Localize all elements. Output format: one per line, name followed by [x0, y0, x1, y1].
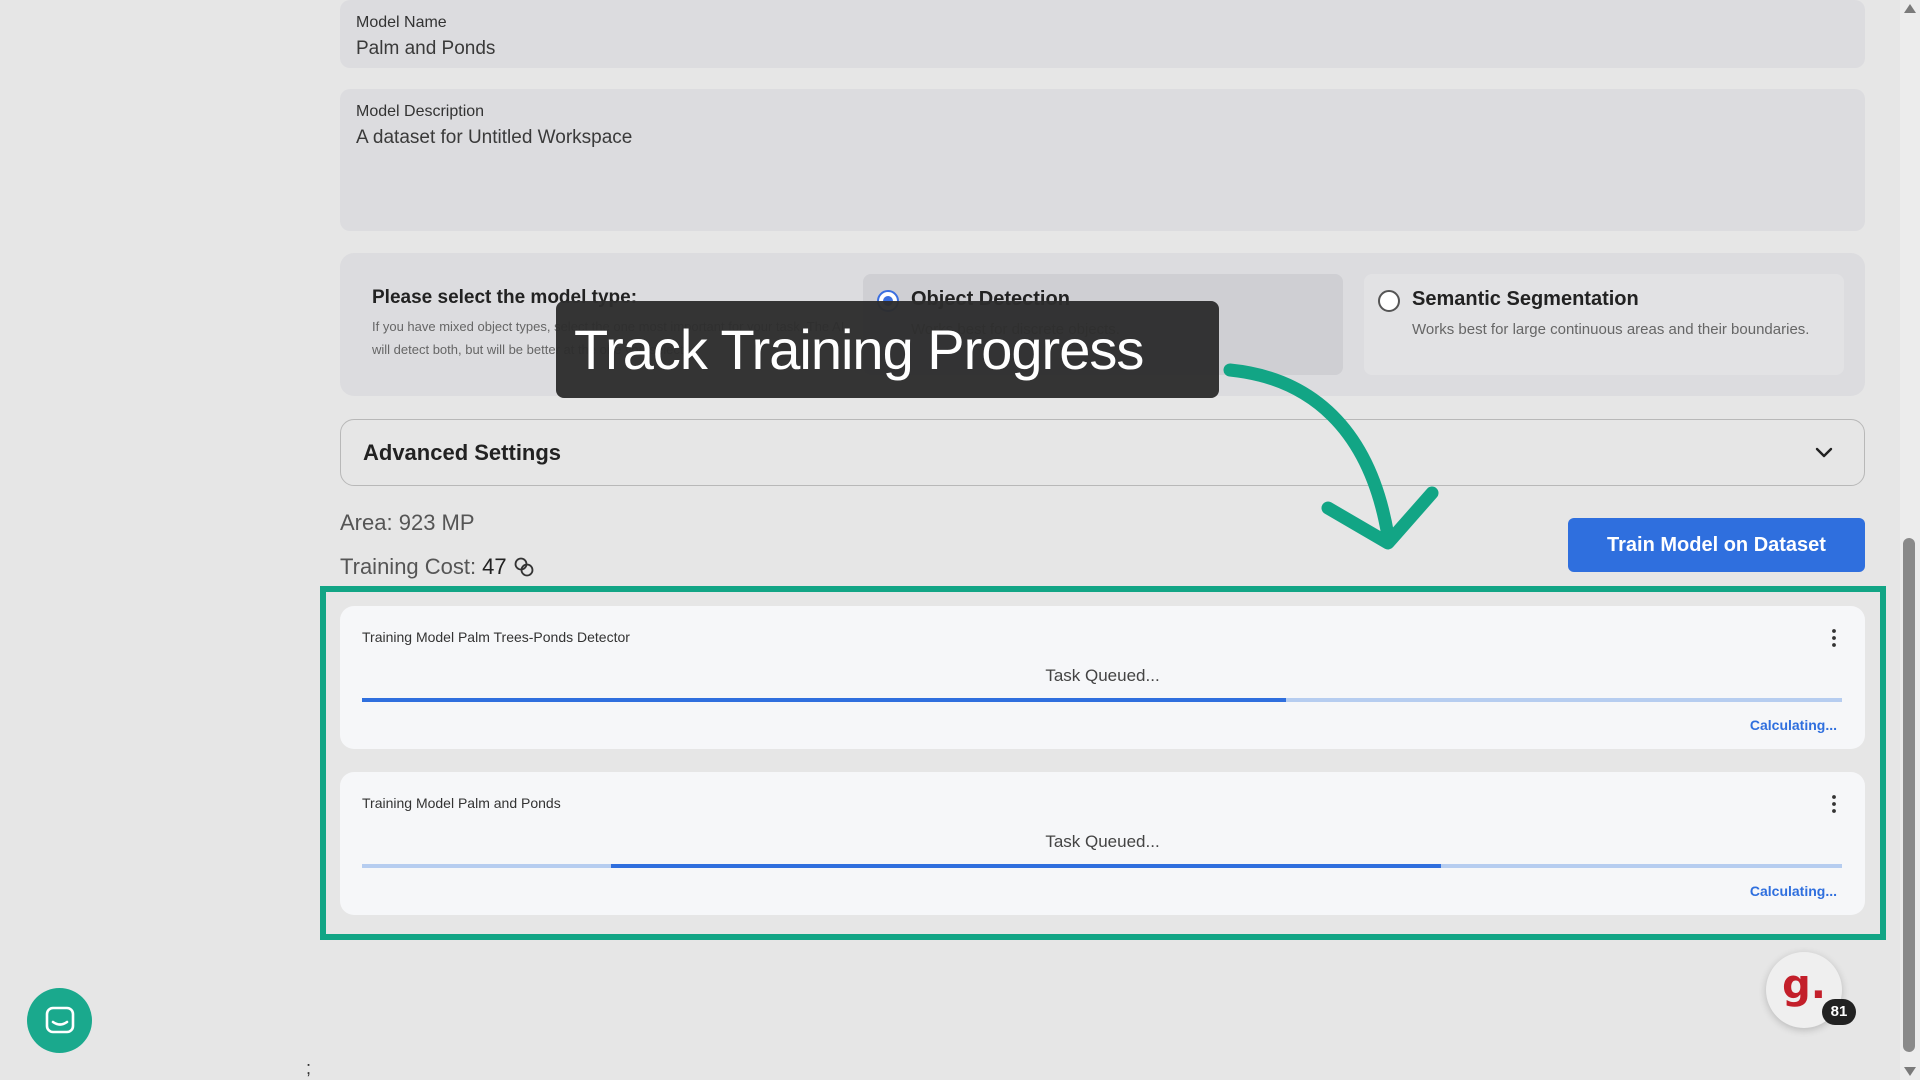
coin-icon [514, 557, 534, 577]
chat-icon [45, 1006, 75, 1034]
task-status: Task Queued... [1045, 666, 1160, 685]
area-label: Area: [340, 510, 393, 535]
curved-arrow-icon [1223, 363, 1439, 550]
scroll-down-icon[interactable] [1904, 1067, 1916, 1076]
model-description-field[interactable]: Model Description A dataset for Untitled… [340, 89, 1865, 231]
task-status: Task Queued... [1045, 832, 1160, 851]
training-task-card: Training Model Palm and Ponds Task Queue… [340, 772, 1865, 915]
progress-track [362, 864, 1842, 868]
area-value: 923 MP [398, 510, 475, 535]
callout-text: Track Training Progress [574, 318, 1144, 381]
stray-text: ; [306, 1058, 312, 1078]
advanced-settings-label: Advanced Settings [363, 440, 562, 465]
more-vertical-icon[interactable] [1831, 794, 1837, 814]
model-description-value[interactable]: A dataset for Untitled Workspace [356, 127, 1849, 149]
model-name-label: Model Name [356, 14, 447, 31]
model-name-value[interactable]: Palm and Ponds [356, 38, 1849, 60]
progress-fill [362, 698, 1286, 702]
task-eta: Calculating... [1749, 717, 1837, 733]
tutorial-callout: Track Training Progress [556, 301, 1219, 398]
chevron-down-icon[interactable] [1812, 440, 1836, 464]
training-cost-stat: Training Cost: 47 [340, 554, 535, 580]
task-title: Training Model Palm and Ponds [362, 795, 561, 811]
cost-label: Training Cost: [340, 554, 477, 579]
page-scrollbar[interactable] [1900, 0, 1920, 1080]
progress-track [362, 698, 1842, 702]
notification-count: 81 [1822, 999, 1856, 1025]
advanced-settings-accordion[interactable]: Advanced Settings [340, 419, 1865, 486]
scroll-thumb[interactable] [1903, 538, 1915, 1052]
training-task-card: Training Model Palm Trees-Ponds Detector… [340, 606, 1865, 749]
chat-launcher-button[interactable] [27, 988, 92, 1053]
radio-unselected-icon[interactable] [1378, 290, 1400, 312]
task-eta: Calculating... [1749, 883, 1837, 899]
progress-fill [610, 864, 1441, 868]
area-stat: Area: 923 MP [340, 510, 475, 536]
more-vertical-icon[interactable] [1831, 628, 1837, 648]
cost-value: 47 [482, 554, 507, 579]
scroll-up-icon[interactable] [1904, 4, 1916, 13]
option-description: Works best for large continuous areas an… [1412, 321, 1810, 338]
task-title: Training Model Palm Trees-Ponds Detector [362, 629, 630, 645]
train-model-button[interactable]: Train Model on Dataset [1568, 518, 1865, 572]
model-name-field[interactable]: Model Name Palm and Ponds [340, 0, 1865, 68]
option-title: Semantic Segmentation [1412, 288, 1639, 310]
model-description-label: Model Description [356, 103, 485, 120]
notification-widget[interactable]: g. 81 [1766, 952, 1856, 1028]
